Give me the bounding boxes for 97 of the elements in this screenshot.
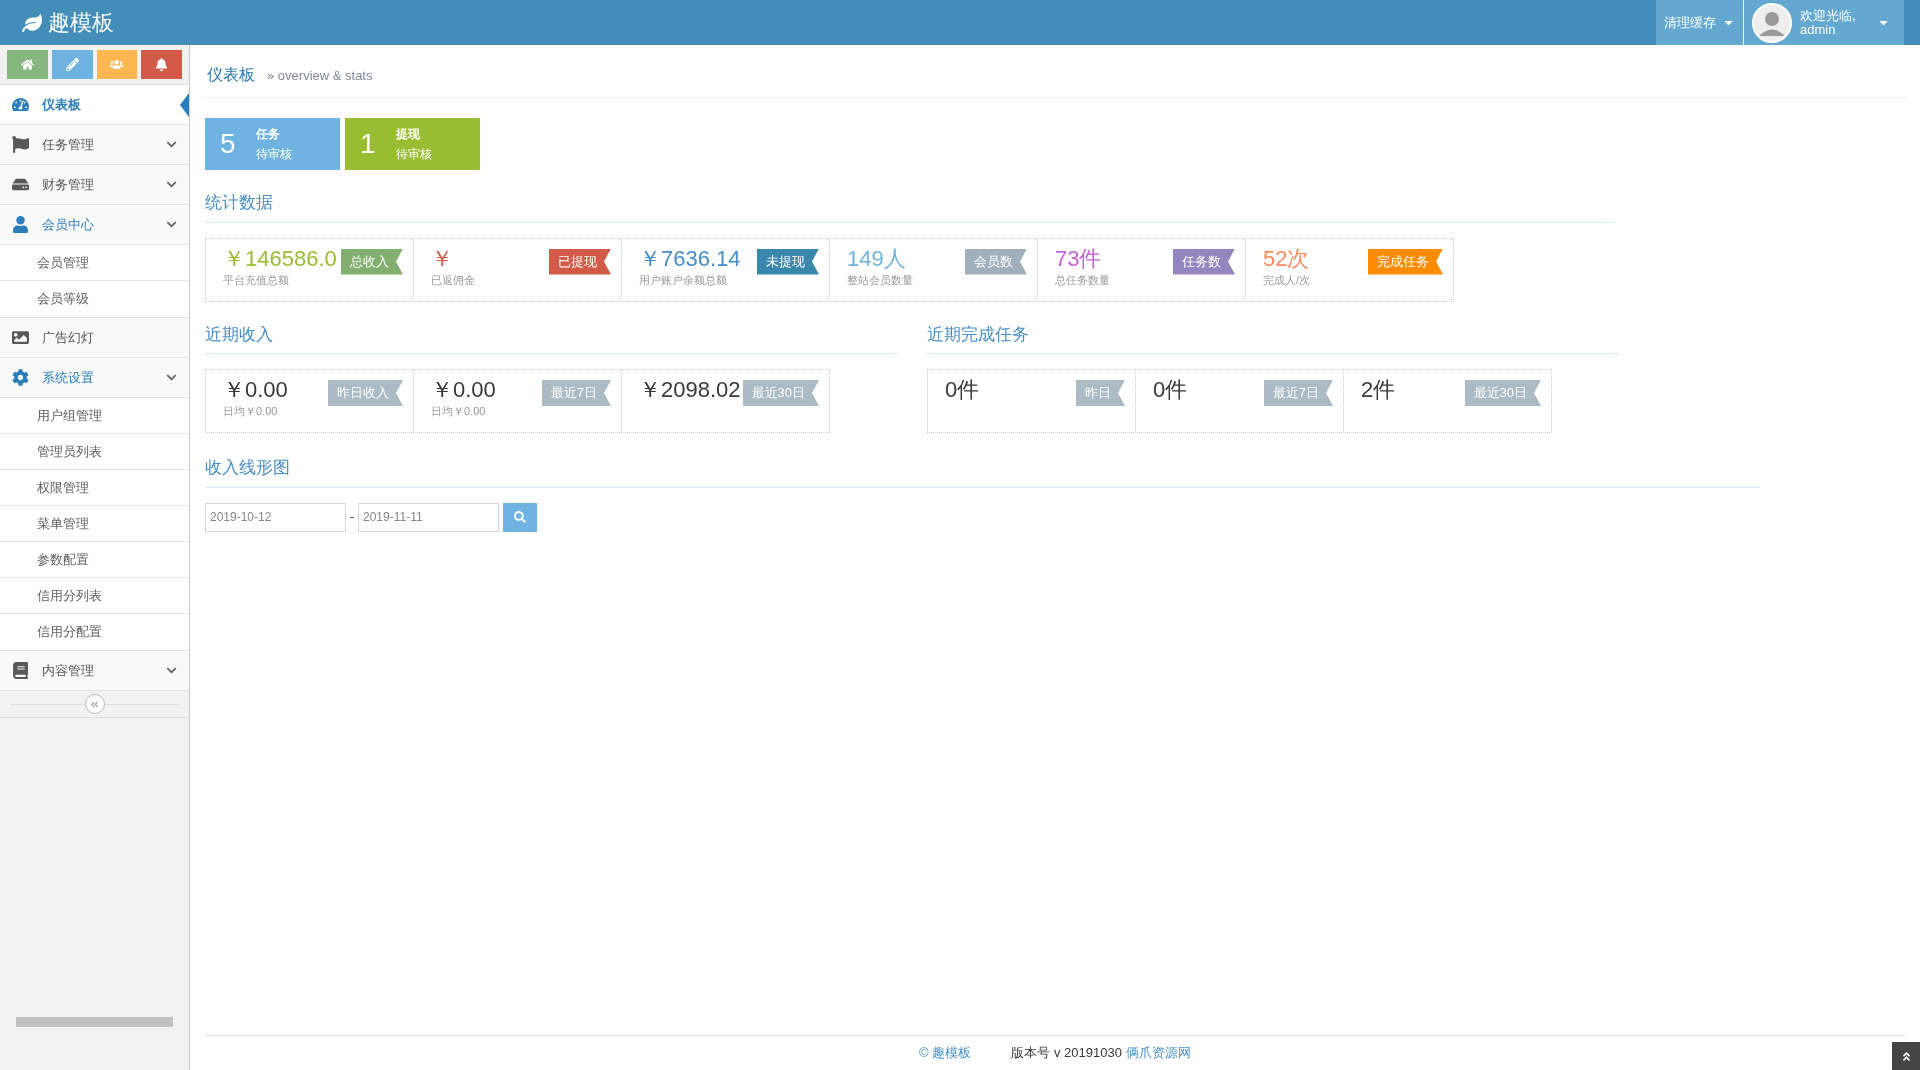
chevron-icon — [166, 179, 177, 190]
pending-count: 5 — [220, 127, 236, 161]
stat-badge: 最近30日 — [742, 380, 819, 406]
submenu-item[interactable]: 会员管理 — [0, 245, 189, 281]
brand-title: 趣模板 — [48, 9, 114, 37]
sidebar-item[interactable]: 财务管理 — [0, 165, 189, 205]
sidebar-item[interactable]: 系统设置 — [0, 358, 189, 398]
page-subtitle: » overview & stats — [267, 67, 373, 85]
pending-type: 提现 — [395, 126, 421, 143]
stat-value: ￥2098.02 — [639, 376, 741, 404]
search-icon — [514, 511, 526, 523]
stat-value: ￥0.00 — [431, 376, 496, 404]
chevron-icon — [166, 139, 177, 150]
submenu-item[interactable]: 用户组管理 — [0, 398, 189, 434]
drive-icon — [12, 176, 29, 193]
search-button[interactable] — [503, 502, 537, 532]
stat-badge: 会员数 — [965, 248, 1027, 275]
section-title: 统计数据 — [205, 190, 1615, 223]
avatar — [1752, 2, 1792, 43]
stat-badge: 昨日收入 — [328, 380, 403, 406]
scroll-top-button[interactable] — [1892, 1042, 1920, 1070]
book-icon — [12, 662, 29, 679]
stat-badge: 最近30日 — [1464, 380, 1541, 406]
collapse-button[interactable] — [84, 694, 105, 714]
home-icon — [20, 58, 34, 71]
section-title: 近期收入 — [205, 321, 897, 354]
sidebar-item[interactable]: 任务管理 — [0, 125, 189, 165]
stat-label: 平台充值总额 — [223, 272, 290, 287]
stat-value: 73件 — [1055, 244, 1102, 273]
stat-value: ￥ — [431, 244, 453, 273]
stat-label: 已返佣金 — [431, 272, 476, 287]
chevron-icon — [166, 219, 177, 230]
users-icon — [110, 58, 124, 71]
page-title: 仪表板 — [207, 65, 255, 85]
sidebar-item[interactable]: 仪表板 — [0, 85, 189, 125]
pending-status: 待审核 — [395, 146, 432, 163]
stat-badge: 已提现 — [549, 248, 611, 275]
sidebar-item[interactable]: 会员中心 — [0, 205, 189, 245]
welcome-text: 欢迎光临, — [1800, 8, 1856, 23]
stat-value: 2件 — [1361, 376, 1396, 404]
pending-status: 待审核 — [255, 146, 292, 163]
dashboard-icon — [12, 96, 29, 113]
submenu-item[interactable]: 会员等级 — [0, 281, 189, 317]
stat-badge: 昨日 — [1076, 380, 1125, 406]
submenu-item[interactable]: 参数配置 — [0, 542, 189, 578]
stat-label: 日均￥0.00 — [431, 404, 487, 418]
user-icon — [12, 216, 29, 233]
date-to-field[interactable]: 2019-11-11 — [358, 502, 499, 532]
shortcut-button[interactable] — [141, 50, 182, 79]
date-separator: - — [350, 509, 354, 526]
stat-value: ￥0.00 — [223, 376, 288, 404]
stat-label: 完成人/次 — [1263, 272, 1312, 287]
submenu-item[interactable]: 信用分配置 — [0, 614, 189, 650]
image-icon — [12, 329, 29, 346]
bell-icon — [155, 58, 169, 71]
double-chevron-up-icon — [1900, 1050, 1912, 1062]
submenu-item[interactable]: 权限管理 — [0, 470, 189, 506]
chevron-icon — [166, 372, 177, 383]
stat-badge: 完成任务 — [1368, 248, 1443, 275]
section-title: 收入线形图 — [205, 455, 1760, 488]
stat-value: 0件 — [1153, 376, 1188, 404]
stat-value: 52次 — [1263, 244, 1310, 273]
pencil-icon — [65, 58, 79, 71]
flag-icon — [12, 136, 29, 153]
stat-label: 用户账户余额总额 — [639, 272, 728, 287]
submenu-item[interactable]: 信用分列表 — [0, 578, 189, 614]
stat-label: 整站会员数量 — [847, 272, 914, 287]
pending-type: 任务 — [255, 126, 281, 143]
double-chevron-icon — [90, 699, 99, 709]
stat-badge: 任务数 — [1173, 248, 1235, 275]
sidebar-item[interactable]: 内容管理 — [0, 651, 189, 691]
stat-badge: 未提现 — [757, 248, 819, 275]
shortcut-button[interactable] — [96, 50, 138, 79]
date-from-field[interactable]: 2019-10-12 — [205, 502, 346, 532]
section-title: 近期完成任务 — [927, 321, 1619, 354]
shortcut-button[interactable] — [7, 50, 48, 79]
source-link[interactable]: 俩爪资源网 — [1125, 1043, 1191, 1063]
submenu-item[interactable]: 管理员列表 — [0, 434, 189, 470]
username: admin — [1800, 22, 1836, 37]
stat-value: ￥7636.14 — [639, 244, 741, 273]
shortcut-button[interactable] — [51, 50, 93, 79]
stat-label: 日均￥0.00 — [223, 404, 279, 418]
stat-value: ￥146586.0 — [223, 244, 337, 273]
submenu-item[interactable]: 菜单管理 — [0, 506, 189, 542]
stat-badge: 总收入 — [341, 248, 403, 275]
pending-count: 1 — [360, 127, 376, 161]
stat-value: 149人 — [847, 244, 906, 273]
version-text: 版本号 v 20191030 — [1011, 1044, 1122, 1063]
stat-badge: 最近7日 — [541, 380, 611, 406]
stat-label: 总任务数量 — [1055, 272, 1111, 287]
footer-brand-link[interactable]: © 趣模板 — [919, 1043, 972, 1063]
leaf-icon — [22, 12, 42, 33]
sidebar-item[interactable]: 广告幻灯 — [0, 318, 189, 358]
stat-value: 0件 — [945, 376, 980, 404]
stat-badge: 最近7日 — [1263, 380, 1333, 406]
chevron-icon — [166, 665, 177, 676]
settings-icon — [12, 369, 29, 386]
